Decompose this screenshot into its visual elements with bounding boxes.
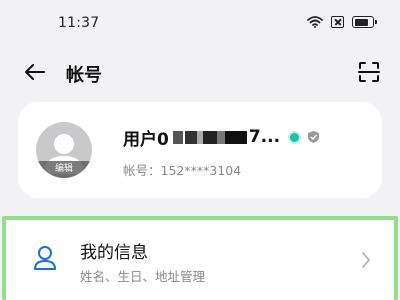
- menu-item-my-info[interactable]: 我的信息 姓名、生日、地址管理: [2, 216, 398, 300]
- arrow-left-icon: [25, 64, 45, 80]
- battery-icon: [352, 16, 377, 28]
- profile-card[interactable]: 编辑 用户0 7... 帐号：152****3104: [18, 102, 382, 198]
- account-number: 帐号：152****3104: [123, 163, 242, 178]
- scan-icon: [358, 62, 380, 82]
- avatar-edit-label[interactable]: 编辑: [36, 161, 92, 178]
- chevron-right-icon: [362, 252, 370, 268]
- shield-icon: [308, 131, 320, 143]
- status-bar: 11:37: [0, 0, 400, 46]
- menu-item-subtitle: 姓名、生日、地址管理: [80, 269, 206, 284]
- verified-badge: [288, 130, 302, 144]
- person-icon: [34, 246, 56, 270]
- page-title: 帐号: [66, 65, 102, 86]
- wifi-icon: [307, 16, 323, 28]
- top-bar: 帐号: [0, 50, 400, 94]
- back-button[interactable]: [20, 58, 50, 86]
- menu-item-title: 我的信息: [80, 243, 148, 263]
- scan-button[interactable]: [356, 59, 382, 85]
- username-prefix: 用户0: [123, 129, 169, 150]
- username-suffix: 7...: [248, 127, 281, 147]
- avatar[interactable]: 编辑: [36, 122, 92, 178]
- sim-icon: [331, 16, 344, 28]
- status-icons: [307, 16, 377, 28]
- username-row: 用户0 7...: [123, 126, 320, 150]
- status-time: 11:37: [58, 15, 100, 31]
- battery-level: [354, 18, 368, 26]
- username-redacted: [172, 130, 247, 144]
